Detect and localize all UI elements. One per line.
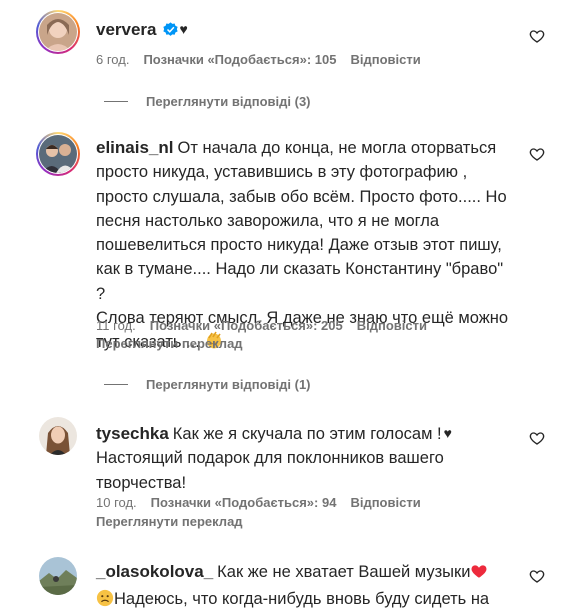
view-replies-button[interactable]: Переглянути відповіді (3) (104, 94, 311, 109)
verified-badge-icon (162, 22, 178, 36)
likes-count[interactable]: Позначки «Подобається»: 94 (151, 495, 337, 510)
comment-line: Надеюсь, что когда-нибудь вновь буду сид… (114, 590, 490, 609)
likes-count[interactable]: Позначки «Подобається»: 205 (150, 318, 343, 333)
comment-line: творчества! (96, 473, 187, 492)
avatar[interactable] (39, 417, 77, 455)
comment-meta: 10 год. Позначки «Подобається»: 94 Відпові… (96, 495, 435, 510)
comment-line: как в тумане.... Надо ли сказать Констан… (96, 260, 504, 303)
sad-face-icon (96, 589, 114, 614)
comment-line: пошевелиться просто никуда! Даже отзыв э… (96, 236, 502, 255)
like-heart-icon[interactable] (529, 430, 545, 446)
comment-body: tysechka Как же я скучала по этим голосам… (96, 421, 516, 495)
avatar[interactable] (39, 557, 77, 595)
comment-line: песня настолько заворожила, что я не мог… (96, 211, 440, 230)
comment-line: просто слушала, забыв обо всём. Просто ф… (96, 187, 507, 206)
divider-line (104, 384, 128, 385)
like-heart-icon[interactable] (529, 28, 545, 44)
black-heart-icon: ♥ (443, 425, 452, 441)
likes-count[interactable]: Позначки «Подобається»: 105 (143, 52, 336, 67)
username[interactable]: elinais_nl (96, 138, 173, 157)
timestamp[interactable]: 11 год. (96, 318, 136, 333)
timestamp[interactable]: 6 год. (96, 52, 129, 67)
reply-button[interactable]: Відповісти (357, 318, 427, 333)
reply-button[interactable]: Відповісти (350, 52, 420, 67)
comment-line: Настоящий подарок для поклонников вашего (96, 449, 444, 468)
like-heart-icon[interactable] (529, 146, 545, 162)
comment-line: Как же я скучала по этим голосам ! (172, 425, 442, 443)
reply-button[interactable]: Відповісти (350, 495, 420, 510)
view-replies-button[interactable]: Переглянути відповіді (1) (104, 377, 311, 392)
red-heart-icon (470, 562, 488, 587)
timestamp[interactable]: 10 год. (96, 495, 137, 510)
divider-line (104, 101, 128, 102)
username[interactable]: ververa (96, 20, 157, 39)
comment-line: просто никуда, уставившись в эту фотогра… (96, 163, 468, 182)
comment-line: Как же не хватает Вашей музыки (217, 563, 471, 581)
black-heart-icon: ♥ (179, 21, 188, 37)
username[interactable]: _olasokolova_ (96, 562, 213, 581)
like-heart-icon[interactable] (529, 568, 545, 584)
see-translation-button[interactable]: Переглянути переклад (96, 336, 243, 351)
username[interactable]: tysechka (96, 424, 169, 443)
comment-header: ververa ♥ (96, 17, 516, 42)
comment-body: _olasokolova_ Как же не хватает Вашей муз… (96, 560, 516, 615)
comment-meta: 11 год. Позначки «Подобається»: 205 Відпов… (96, 318, 441, 333)
see-translation-button[interactable]: Переглянути переклад (96, 514, 243, 529)
avatar[interactable] (39, 135, 77, 173)
avatar[interactable] (39, 13, 77, 51)
comment-meta: 6 год. Позначки «Подобається»: 105 Відпові… (96, 52, 435, 67)
comment-line: От начала до конца, не могла оторваться (177, 139, 497, 157)
